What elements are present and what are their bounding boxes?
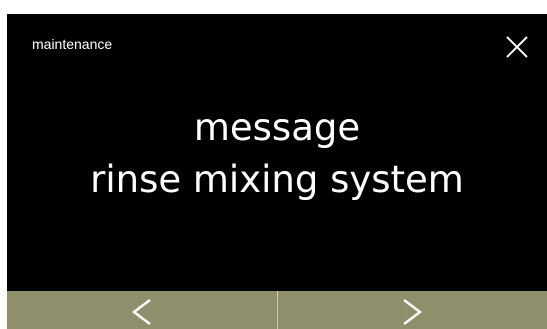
next-button[interactable] bbox=[277, 291, 547, 329]
close-icon bbox=[506, 36, 528, 58]
page-title: maintenance bbox=[32, 36, 113, 52]
previous-button[interactable] bbox=[7, 291, 277, 329]
message-body: rinse mixing system bbox=[90, 158, 464, 201]
close-button[interactable] bbox=[501, 31, 533, 63]
chevron-left-icon bbox=[131, 299, 151, 325]
message-heading: message bbox=[193, 106, 361, 149]
message-text: message rinse mixing system bbox=[7, 102, 547, 206]
navigation-bar bbox=[7, 291, 547, 329]
chevron-right-icon bbox=[403, 299, 423, 325]
maintenance-screen: maintenance message rinse mixing system bbox=[7, 14, 547, 329]
